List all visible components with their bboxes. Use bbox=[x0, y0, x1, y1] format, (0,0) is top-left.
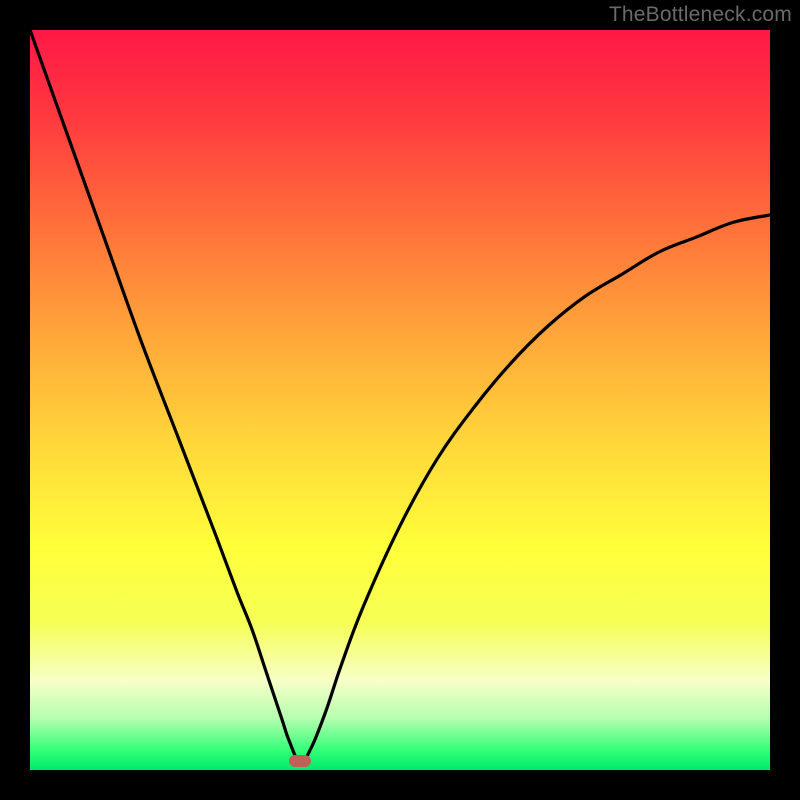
bottleneck-curve bbox=[30, 30, 770, 770]
watermark-text: TheBottleneck.com bbox=[609, 3, 792, 27]
plot-area bbox=[30, 30, 770, 770]
minimum-marker bbox=[289, 755, 311, 767]
chart-frame: TheBottleneck.com bbox=[0, 0, 800, 800]
